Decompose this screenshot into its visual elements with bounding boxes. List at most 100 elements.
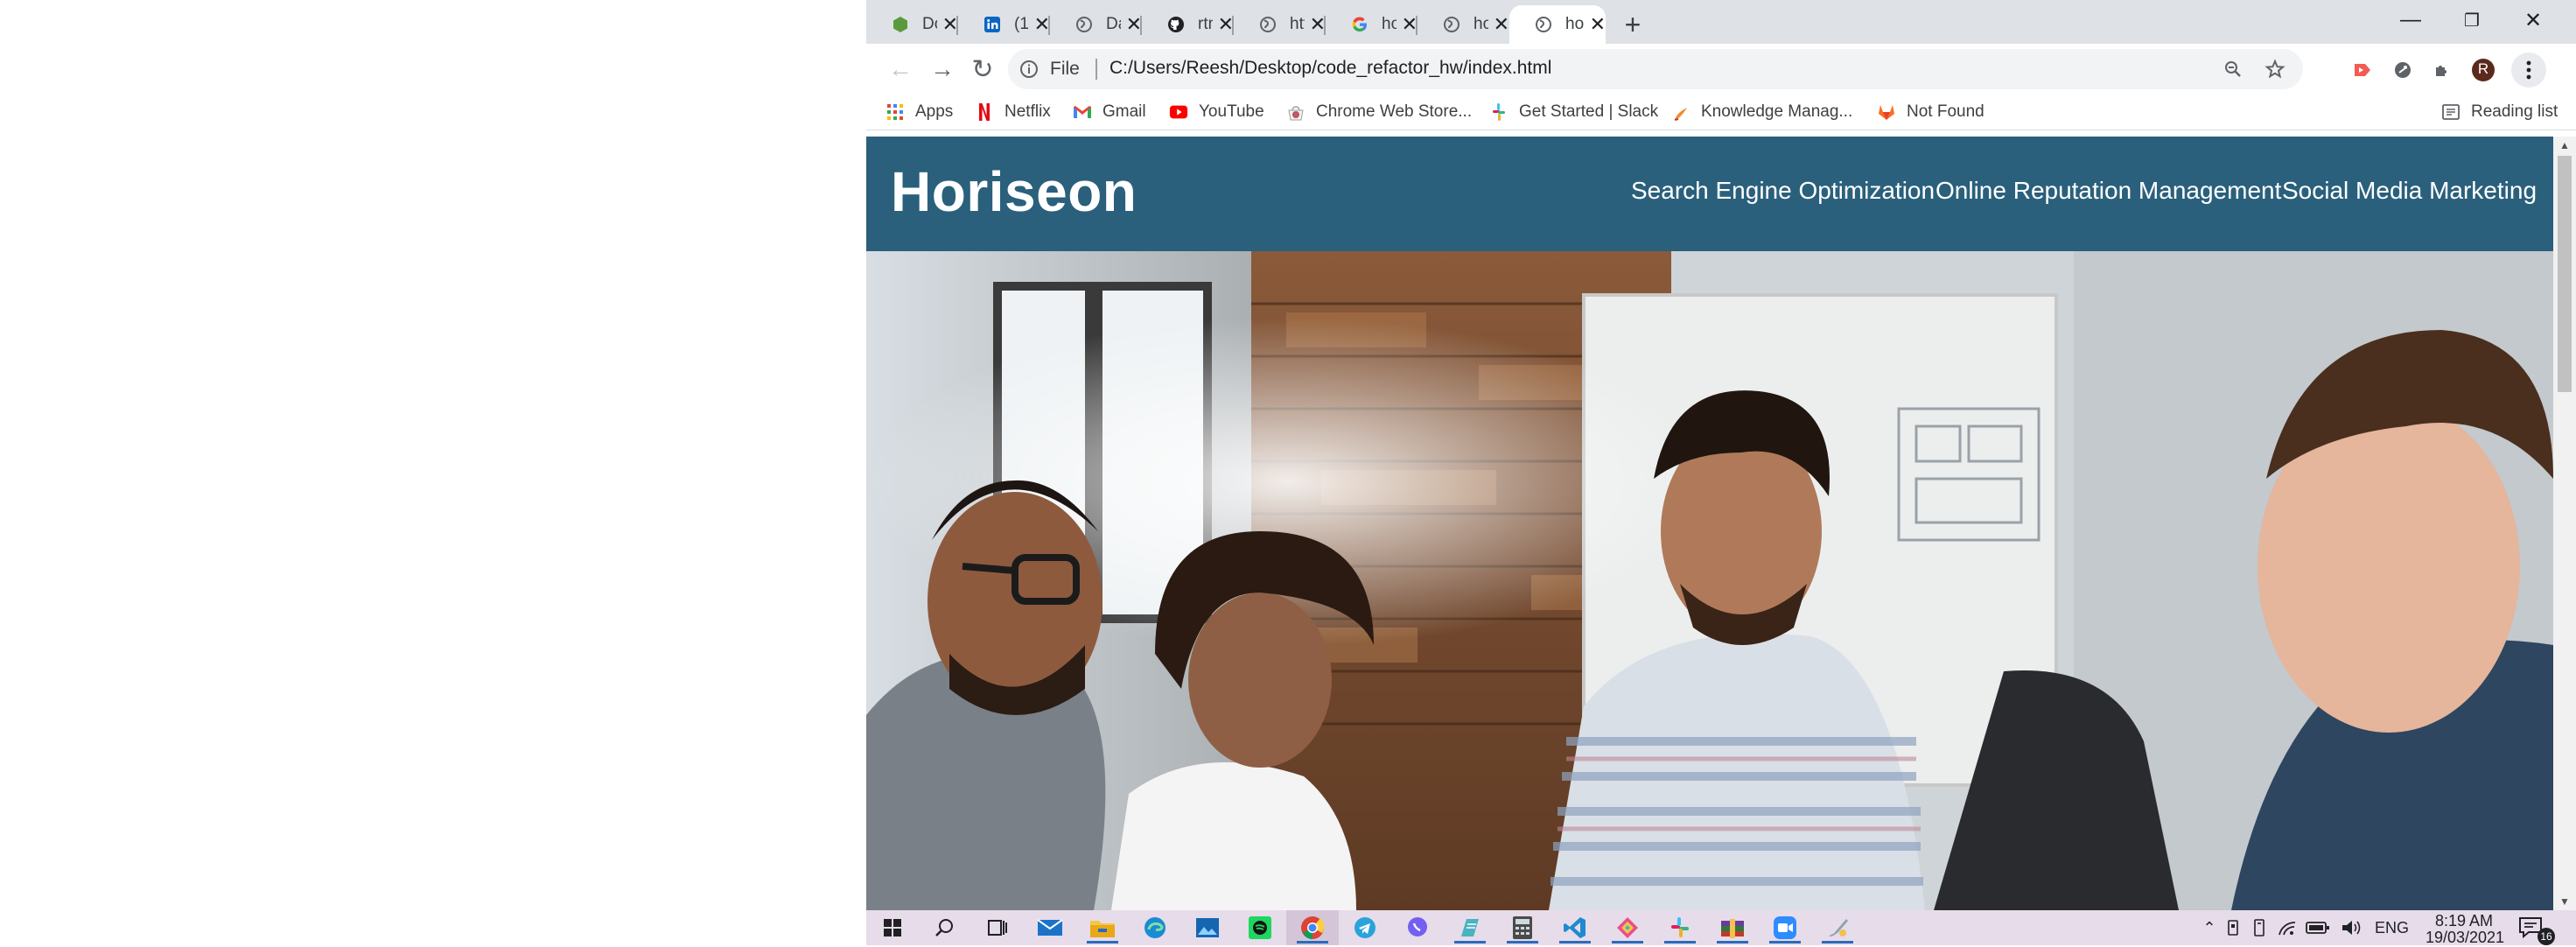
taskbar-mail[interactable] xyxy=(1024,910,1076,945)
taskbar-telegram[interactable] xyxy=(1339,910,1391,945)
task-view-button[interactable] xyxy=(971,910,1024,945)
taskbar-edge[interactable] xyxy=(1129,910,1181,945)
tab-dashboard[interactable]: Dashboard | ✕ xyxy=(1050,5,1142,44)
running-indicator xyxy=(1612,941,1643,943)
tab-title: https://rtmir xyxy=(1290,15,1305,33)
taskbar-zoom[interactable] xyxy=(1759,910,1811,945)
address-bar[interactable]: File C:/Users/Reesh/Desktop/code_refacto… xyxy=(1008,49,2303,89)
taskbar-vscode[interactable] xyxy=(1549,910,1601,945)
zoom-icon xyxy=(1774,916,1796,939)
scroll-up-arrow[interactable]: ▲ xyxy=(2553,137,2576,154)
taskbar-search-button[interactable] xyxy=(919,910,971,945)
show-hidden-icons-button[interactable]: ⌃ xyxy=(2200,917,2219,938)
taskbar-winrar[interactable] xyxy=(1706,910,1759,945)
bookmark-chrome-web-store[interactable]: Chrome Web Store... xyxy=(1286,101,1472,123)
profile-avatar[interactable]: R xyxy=(2471,58,2496,82)
tab-horiseon-1[interactable]: horiseon wel ✕ xyxy=(1418,5,1509,44)
close-window-button[interactable]: ✕ xyxy=(2502,0,2564,40)
notepad-icon xyxy=(1461,919,1479,936)
taskbar-calculator[interactable] xyxy=(1496,910,1549,945)
search-icon xyxy=(935,919,953,936)
bookmark-apps[interactable]: Apps xyxy=(886,101,953,123)
clock-time[interactable]: 8:19 AM xyxy=(2420,912,2508,930)
bookmark-label: Gmail xyxy=(1102,102,1146,121)
minimize-button[interactable]: — xyxy=(2380,0,2441,40)
back-button[interactable]: ← xyxy=(886,54,915,84)
browser-toolbar: ← → ↻ File C:/Users/Reesh/Desktop/code_r… xyxy=(866,44,2576,95)
forward-button[interactable]: → xyxy=(928,54,957,84)
zoom-icon[interactable] xyxy=(2221,57,2245,81)
tab-title: how to scree xyxy=(1382,15,1396,33)
restore-button[interactable]: ❐ xyxy=(2441,0,2502,40)
taskbar-sourcetree[interactable] xyxy=(1601,910,1654,945)
scroll-down-arrow[interactable]: ▼ xyxy=(2553,893,2576,910)
person-curly-face xyxy=(1188,593,1332,768)
tab-title: Dashboard | xyxy=(1106,15,1121,33)
start-button[interactable] xyxy=(866,910,919,945)
slack-icon xyxy=(1671,917,1689,937)
clock-date[interactable]: 19/03/2021 xyxy=(2417,929,2513,947)
tab-google-search[interactable]: how to scree ✕ xyxy=(1326,5,1418,44)
viber-icon xyxy=(1408,917,1427,936)
site-logo[interactable]: Horiseon xyxy=(891,159,1137,224)
taskbar-chrome[interactable] xyxy=(1286,910,1339,945)
linkedin-icon xyxy=(983,15,1002,34)
netflix-icon xyxy=(975,102,994,122)
url-text[interactable]: C:/Users/Reesh/Desktop/code_refactor_hw/… xyxy=(1110,58,1551,79)
bookmark-netflix[interactable]: Netflix xyxy=(975,101,1051,123)
calculator-icon xyxy=(1513,916,1532,939)
nav-link-reputation[interactable]: Online Reputation Management xyxy=(1936,177,2281,205)
taskbar-paint[interactable] xyxy=(1811,910,1864,945)
chrome-menu-icon[interactable] xyxy=(2511,53,2546,88)
bookmark-knowledge[interactable]: Knowledge Manag... xyxy=(1671,101,1852,123)
bookmark-gmail[interactable]: Gmail xyxy=(1073,101,1146,123)
windows-icon xyxy=(884,919,901,936)
scroll-thumb[interactable] xyxy=(2558,156,2572,392)
folder-icon xyxy=(1090,921,1115,937)
bookmark-star-icon[interactable] xyxy=(2263,57,2287,81)
tab-horiseon-active[interactable]: horiseon wel ✕ xyxy=(1509,5,1606,44)
taskbar-file-explorer[interactable] xyxy=(1076,910,1129,945)
reading-list-label: Reading list xyxy=(2471,102,2558,121)
running-indicator xyxy=(1454,941,1486,943)
hero-image xyxy=(866,251,2553,910)
reading-list-button[interactable]: Reading list xyxy=(2441,101,2558,123)
device-icon[interactable] xyxy=(2222,917,2244,938)
usb-drive-icon[interactable] xyxy=(2249,917,2270,938)
taskbar-slack[interactable] xyxy=(1654,910,1706,945)
input-language[interactable]: ENG xyxy=(2375,919,2409,937)
close-tab-icon[interactable]: ✕ xyxy=(1590,13,1606,36)
bookmark-not-found[interactable]: Not Found xyxy=(1877,101,1984,123)
running-indicator xyxy=(1507,941,1538,943)
taskbar-photos[interactable] xyxy=(1181,910,1234,945)
page-scrollbar[interactable]: ▲ ▼ xyxy=(2553,137,2576,910)
page-viewport: Horiseon Search Engine Optimization Onli… xyxy=(866,137,2553,910)
taskbar-viber[interactable] xyxy=(1391,910,1444,945)
info-icon[interactable] xyxy=(1018,59,1040,80)
extension-icon[interactable] xyxy=(2390,58,2415,82)
tab-download[interactable]: Download | I ✕ xyxy=(866,5,958,44)
tab-github[interactable]: rtmiranda18/ ✕ xyxy=(1142,5,1234,44)
puzzle-extensions-icon[interactable] xyxy=(2431,58,2455,82)
vscode-icon xyxy=(1564,917,1586,938)
cast-extension-icon[interactable] xyxy=(2350,58,2375,82)
taskbar-notes[interactable] xyxy=(1444,910,1496,945)
taskbar-spotify[interactable] xyxy=(1234,910,1286,945)
bookmark-slack[interactable]: Get Started | Slack xyxy=(1489,101,1658,123)
chrome-window: Download | I ✕ (1) Rosario M ✕ Dashboard… xyxy=(866,0,2576,910)
google-icon xyxy=(1350,15,1369,34)
knowledge-icon xyxy=(1671,102,1690,122)
bookmark-youtube[interactable]: YouTube xyxy=(1169,101,1264,123)
tab-rtmiranda-url[interactable]: https://rtmir ✕ xyxy=(1234,5,1326,44)
battery-icon[interactable] xyxy=(2305,917,2331,938)
tab-linkedin[interactable]: (1) Rosario M ✕ xyxy=(958,5,1050,44)
volume-icon[interactable] xyxy=(2336,917,2366,938)
close-tab-icon[interactable]: ✕ xyxy=(1494,13,1509,36)
wifi-icon[interactable] xyxy=(2275,917,2300,938)
running-indicator xyxy=(1822,941,1853,943)
globe-icon xyxy=(1074,15,1094,34)
new-tab-button[interactable]: + xyxy=(1617,9,1648,40)
nav-link-social-media[interactable]: Social Media Marketing xyxy=(2282,177,2537,205)
nav-link-seo[interactable]: Search Engine Optimization xyxy=(1631,177,1935,205)
reload-button[interactable]: ↻ xyxy=(968,54,998,84)
